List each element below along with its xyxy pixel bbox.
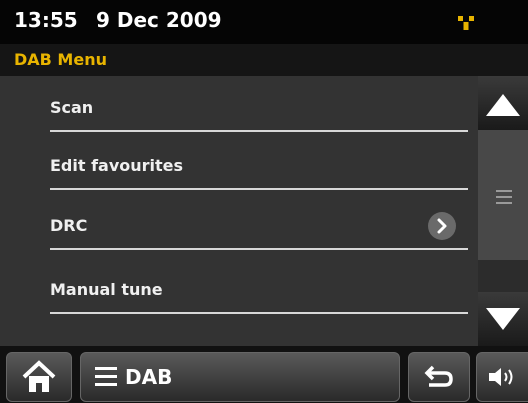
status-bar: 13:55 9 Dec 2009 xyxy=(0,0,528,44)
menu-item-manual-tune[interactable]: Manual tune xyxy=(0,258,478,322)
divider xyxy=(50,130,468,132)
source-label: DAB xyxy=(125,365,173,389)
signal-icon xyxy=(458,16,474,30)
dab-menu-screen: 13:55 9 Dec 2009 DAB Menu Scan Edit favo… xyxy=(0,0,528,403)
menu-item-label: Manual tune xyxy=(50,280,163,299)
scroll-thumb[interactable] xyxy=(478,130,528,260)
clock-time: 13:55 xyxy=(14,8,78,32)
menu-item-edit-favourites[interactable]: Edit favourites xyxy=(0,134,478,198)
menu-item-label: DRC xyxy=(50,216,88,235)
bottom-bar: DAB xyxy=(0,346,528,403)
home-icon xyxy=(22,360,56,392)
scrollbar[interactable] xyxy=(478,76,528,346)
divider xyxy=(50,248,468,250)
source-button[interactable]: DAB xyxy=(80,352,400,402)
back-arrow-icon xyxy=(424,365,453,387)
divider xyxy=(50,312,468,314)
title-bar: DAB Menu xyxy=(0,44,528,76)
menu-item-scan[interactable]: Scan xyxy=(0,76,478,140)
clock-date: 9 Dec 2009 xyxy=(96,8,222,32)
grip-icon xyxy=(496,190,512,204)
volume-icon xyxy=(489,368,513,386)
chevron-right-icon[interactable] xyxy=(428,212,456,240)
home-button[interactable] xyxy=(6,352,72,402)
menu-item-label: Edit favourites xyxy=(50,156,184,175)
page-title: DAB Menu xyxy=(14,50,107,69)
menu-lines-icon xyxy=(95,367,117,386)
menu-list: Scan Edit favourites DRC Manual tune xyxy=(0,76,478,346)
menu-item-drc[interactable]: DRC xyxy=(0,194,478,258)
arrow-up-icon xyxy=(486,94,520,116)
scroll-track[interactable] xyxy=(478,130,528,292)
back-button[interactable] xyxy=(408,352,470,402)
arrow-down-icon xyxy=(486,308,520,330)
scroll-up-button[interactable] xyxy=(478,76,528,130)
scroll-down-button[interactable] xyxy=(478,292,528,346)
volume-button[interactable] xyxy=(476,352,528,402)
menu-item-label: Scan xyxy=(50,98,94,117)
divider xyxy=(50,188,468,190)
